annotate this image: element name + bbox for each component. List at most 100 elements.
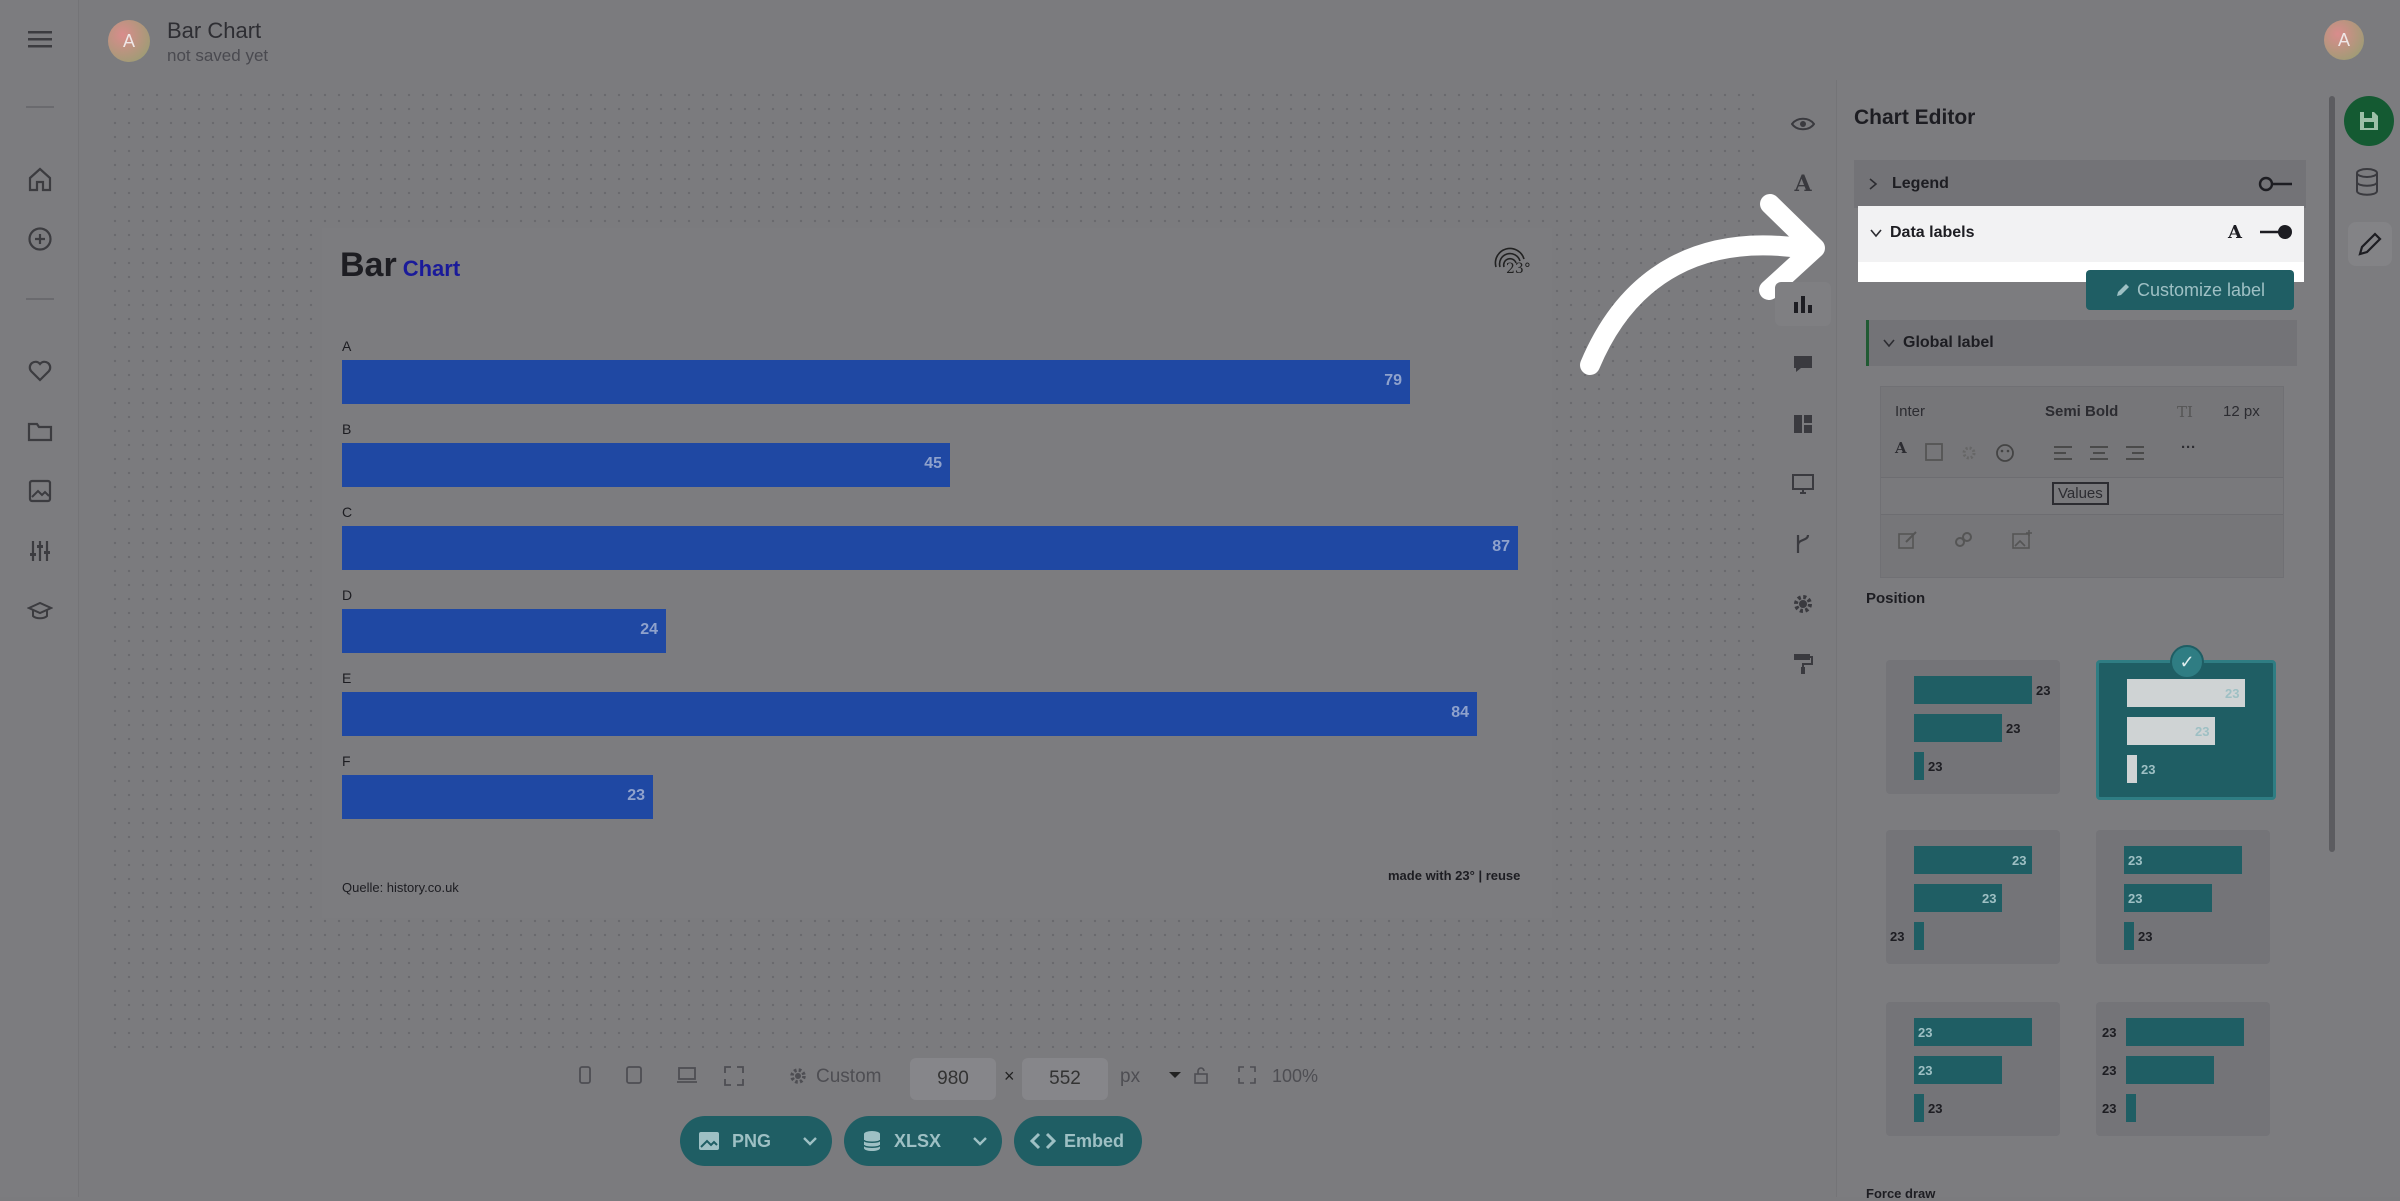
home-icon[interactable] <box>23 162 57 196</box>
position-option[interactable]: 23 23 23 ✓ <box>2096 645 2276 800</box>
bar-chart-icon[interactable] <box>1775 282 1831 326</box>
emoji-icon[interactable] <box>1995 443 2015 463</box>
category-label: D <box>342 587 353 603</box>
more-options-icon[interactable]: ··· <box>2181 439 2196 456</box>
edit-note-icon[interactable] <box>1897 529 1919 551</box>
sidebar-divider <box>26 298 54 300</box>
font-weight-select[interactable]: Semi Bold <box>2045 403 2118 420</box>
preview-label: 23 <box>2012 853 2027 868</box>
preview-label: 23 <box>1890 929 1905 944</box>
size-preset[interactable]: Custom <box>816 1066 881 1088</box>
menu-icon[interactable] <box>23 22 57 56</box>
fullscreen-icon[interactable] <box>724 1066 744 1091</box>
position-option[interactable]: 23 23 23 <box>2096 1002 2270 1136</box>
preview-label: 23 <box>1982 891 1997 906</box>
mobile-view-icon[interactable] <box>578 1066 592 1089</box>
settings-gear-icon[interactable] <box>788 1066 808 1091</box>
document-title[interactable]: Bar Chart <box>167 18 261 44</box>
preview-bar <box>1914 676 2032 704</box>
bar[interactable]: 24 <box>342 609 666 653</box>
bar[interactable]: 87 <box>342 526 1518 570</box>
unit-select[interactable]: px <box>1120 1066 1140 1088</box>
data-icon[interactable] <box>2354 168 2380 201</box>
embed-button[interactable]: Embed <box>1014 1116 1142 1166</box>
fit-zoom-icon[interactable] <box>1238 1066 1256 1089</box>
global-label-section[interactable]: Global label <box>1866 320 2297 366</box>
legend-toggle[interactable] <box>2258 174 2294 194</box>
xlsx-export-button[interactable]: XLSX <box>844 1116 1002 1166</box>
zoom-level[interactable]: 100% <box>1272 1066 1318 1087</box>
align-right-icon[interactable] <box>2125 445 2145 461</box>
settings-icon[interactable] <box>1961 445 1977 461</box>
link-icon[interactable] <box>1953 529 1975 551</box>
legend-section[interactable]: Legend <box>1854 160 2306 208</box>
paint-roller-icon[interactable] <box>1775 642 1831 686</box>
user-avatar[interactable]: A <box>2324 20 2364 60</box>
text-icon[interactable]: A <box>1775 162 1831 206</box>
align-left-icon[interactable] <box>2053 445 2073 461</box>
height-input[interactable]: 552 <box>1022 1058 1108 1100</box>
category-label: B <box>342 421 352 437</box>
eye-icon[interactable] <box>1775 102 1831 146</box>
data-labels-label: Data labels <box>1890 224 1975 241</box>
comment-icon[interactable] <box>1775 342 1831 386</box>
position-option[interactable]: 23 23 23 <box>1886 1002 2060 1136</box>
font-size-input[interactable]: 12 px <box>2223 403 2260 420</box>
present-icon[interactable] <box>1775 462 1831 506</box>
made-with-credit[interactable]: made with 23° | reuse <box>1388 868 1520 883</box>
chart-title[interactable]: Bar Chart <box>340 246 460 285</box>
data-label: 79 <box>1384 372 1402 389</box>
edit-icon[interactable] <box>2348 222 2392 266</box>
bar[interactable]: 23 <box>342 775 653 819</box>
data-label: 87 <box>1492 538 1510 555</box>
position-option[interactable]: 23 23 23 <box>1886 660 2060 794</box>
preview-label: 23 <box>1928 759 1943 774</box>
preview-label: 23 <box>2102 1101 2117 1116</box>
category-label: F <box>342 753 351 769</box>
preview-label: 23 <box>2006 721 2021 736</box>
border-box-icon[interactable] <box>1925 443 1943 461</box>
preview-label: 23 <box>2225 686 2240 701</box>
position-option[interactable]: 23 23 23 <box>1886 830 2060 964</box>
data-label: 23 <box>627 787 645 804</box>
bar[interactable]: 79 <box>342 360 1410 404</box>
values-token[interactable]: Values <box>2052 482 2109 505</box>
preview-label: 23 <box>2141 762 2156 777</box>
editor-scrollbar[interactable] <box>2329 96 2335 852</box>
text-color-icon[interactable]: A <box>1895 439 1907 457</box>
layout-icon[interactable] <box>1775 402 1831 446</box>
tablet-view-icon[interactable] <box>626 1066 642 1089</box>
sliders-icon[interactable] <box>23 534 57 568</box>
avatar[interactable]: A <box>108 20 150 62</box>
image-icon <box>699 1132 719 1150</box>
text-style-icon[interactable]: A <box>2228 222 2242 243</box>
preview-label: 23 <box>1928 1101 1943 1116</box>
heart-icon[interactable] <box>23 354 57 388</box>
png-export-button[interactable]: PNG <box>680 1116 832 1166</box>
preview-label: 23 <box>2128 891 2143 906</box>
branch-icon[interactable] <box>1775 522 1831 566</box>
font-family-select[interactable]: Inter <box>1895 403 1925 420</box>
preview-bar <box>1914 1094 1924 1122</box>
width-input[interactable]: 980 <box>910 1058 996 1100</box>
folder-icon[interactable] <box>23 414 57 448</box>
save-button[interactable] <box>2344 96 2394 146</box>
add-image-icon[interactable] <box>2011 529 2033 551</box>
image-icon[interactable] <box>23 474 57 508</box>
bar[interactable]: 45 <box>342 443 950 487</box>
graduation-cap-icon[interactable] <box>23 594 57 628</box>
gear-icon[interactable] <box>1775 582 1831 626</box>
pencil-icon <box>2116 284 2129 296</box>
chevron-down-icon[interactable] <box>973 1136 987 1146</box>
customize-label-button[interactable]: Customize label <box>2086 270 2294 310</box>
data-labels-toggle[interactable] <box>2258 222 2294 242</box>
lock-ratio-icon[interactable] <box>1192 1066 1210 1089</box>
position-option[interactable]: 23 23 23 <box>2096 830 2270 964</box>
editor-title: Chart Editor <box>1854 106 1976 129</box>
chevron-down-icon[interactable] <box>803 1136 817 1146</box>
laptop-view-icon[interactable] <box>676 1066 698 1089</box>
plus-circle-icon[interactable] <box>23 222 57 256</box>
bar[interactable]: 84 <box>342 692 1477 736</box>
chevron-down-icon[interactable] <box>1168 1066 1182 1089</box>
align-center-icon[interactable] <box>2089 445 2109 461</box>
